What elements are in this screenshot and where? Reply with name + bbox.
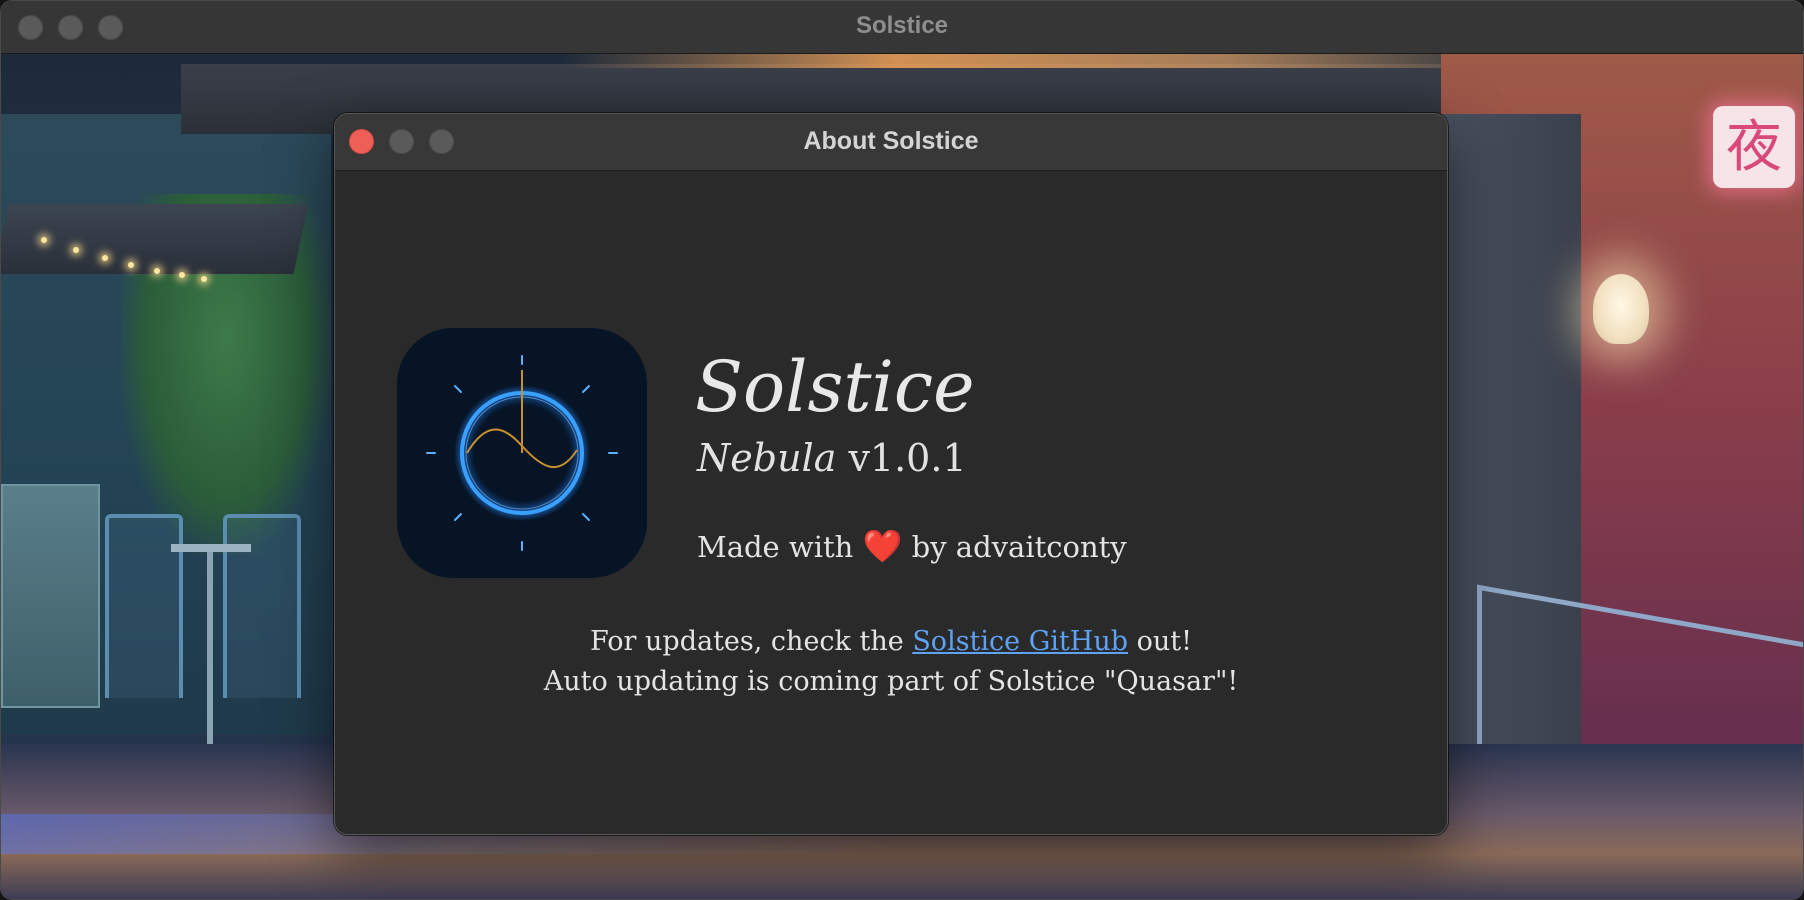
version-line: Nebula v1.0.1 xyxy=(697,436,967,480)
app-name: Solstice xyxy=(695,346,975,428)
main-titlebar: Solstice xyxy=(1,1,1803,54)
string-light xyxy=(179,272,185,278)
updates-line-2: Auto updating is coming part of Solstice… xyxy=(543,666,1239,697)
string-light xyxy=(154,268,160,274)
wallpaper-roof-lights xyxy=(561,54,1561,68)
wallpaper-neon-sign: 夜 xyxy=(1713,106,1795,188)
clock-sine-wave-icon xyxy=(397,328,647,578)
updates-prefix: For updates, check the xyxy=(590,626,904,657)
string-light xyxy=(128,262,134,268)
about-titlebar: About Solstice xyxy=(335,114,1447,171)
credit-prefix: Made with xyxy=(697,530,854,564)
wallpaper-table-leg xyxy=(207,552,213,752)
about-window: About Solstice Solstice Nebula v1.0.1 Ma… xyxy=(334,113,1448,835)
updates-line-1: For updates, check the Solstice GitHub o… xyxy=(335,622,1447,662)
string-light xyxy=(102,255,108,261)
version-codename: Nebula xyxy=(697,436,837,480)
wallpaper-trash-bin xyxy=(1,484,100,708)
string-light xyxy=(41,237,47,243)
about-window-title: About Solstice xyxy=(803,127,979,155)
wallpaper-chair xyxy=(105,514,183,698)
wallpaper-lantern xyxy=(1593,274,1649,344)
wallpaper-chair xyxy=(223,514,301,698)
credit-author: by advaitconty xyxy=(911,530,1127,564)
updates-suffix: out! xyxy=(1136,626,1192,657)
main-window-title: Solstice xyxy=(855,12,949,39)
version-number: v1.0.1 xyxy=(848,436,967,480)
main-window: Solstice 夜 About Solstice Solstice Nebul… xyxy=(0,0,1804,900)
updates-notice: For updates, check the Solstice GitHub o… xyxy=(335,622,1447,702)
github-link[interactable]: Solstice GitHub xyxy=(912,626,1128,657)
app-icon-graphic xyxy=(426,355,618,551)
string-light xyxy=(73,247,79,253)
credit-line: Made with ❤️ by advaitconty xyxy=(697,527,1127,565)
string-light xyxy=(201,276,207,282)
heart-icon: ❤️ xyxy=(862,527,903,565)
wallpaper-canopy xyxy=(1,204,309,274)
wallpaper-table xyxy=(171,544,251,552)
